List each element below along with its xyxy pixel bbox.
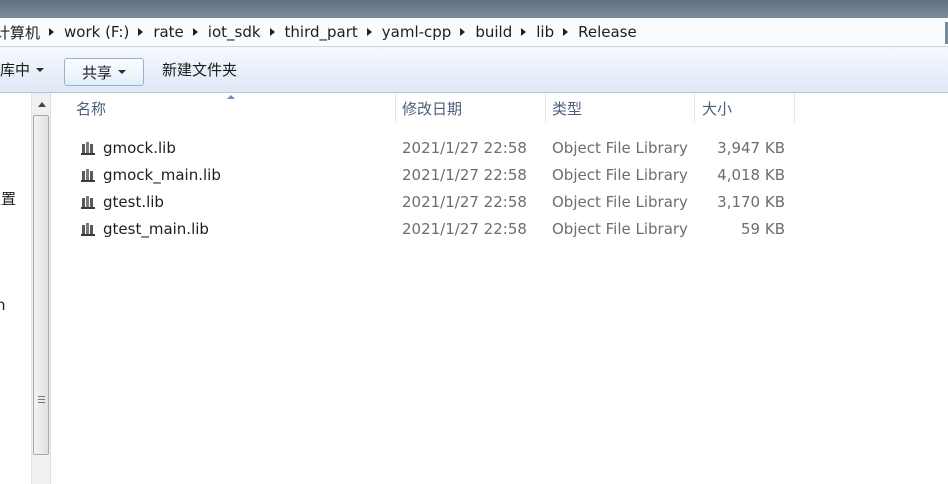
library-file-icon [81, 169, 95, 182]
column-header-type[interactable]: 类型 [552, 93, 582, 123]
column-header-name[interactable]: 名称 [76, 93, 106, 123]
column-header-label: 名称 [76, 99, 107, 118]
file-row[interactable]: gmock.lib 2021/1/27 22:58 Object File Li… [51, 135, 948, 162]
scroll-up-arrow-icon[interactable] [32, 95, 50, 113]
column-divider[interactable] [395, 93, 396, 123]
new-folder-button[interactable]: 新建文件夹 [162, 59, 237, 80]
nav-item-fragment[interactable]: 位置 [0, 188, 16, 209]
grip-icon [38, 396, 45, 405]
file-type: Object File Library [552, 139, 688, 157]
column-header-size[interactable]: 大小 [702, 93, 732, 123]
file-name[interactable]: gmock.lib [103, 139, 176, 157]
library-file-icon [81, 142, 95, 155]
file-size: 59 KB [741, 220, 785, 238]
breadcrumb-yaml-cpp[interactable]: yaml-cpp [379, 23, 473, 41]
breadcrumb-build[interactable]: build [472, 23, 533, 41]
file-size: 3,170 KB [717, 193, 785, 211]
library-file-icon [81, 196, 95, 209]
include-in-library-button[interactable]: 到库中 [0, 59, 45, 80]
breadcrumb-label: 计算机 [0, 23, 41, 42]
chevron-right-icon[interactable] [521, 28, 527, 36]
breadcrumb-label: build [475, 23, 513, 41]
file-modified-date: 2021/1/27 22:58 [402, 139, 527, 157]
file-type: Object File Library [552, 220, 688, 238]
breadcrumb-lib[interactable]: lib [533, 23, 575, 41]
breadcrumb-work-drive[interactable]: work (F:) [61, 23, 150, 41]
file-list-view[interactable]: 名称 修改日期 类型 大小 gmock.lib 2021/1/27 22:58 … [51, 93, 948, 484]
chevron-right-icon[interactable] [460, 28, 466, 36]
nav-item-fragment[interactable]: n [0, 296, 6, 314]
file-row[interactable]: gmock_main.lib 2021/1/27 22:58 Object Fi… [51, 162, 948, 189]
file-row[interactable]: gtest.lib 2021/1/27 22:58 Object File Li… [51, 189, 948, 216]
chevron-right-icon[interactable] [563, 28, 569, 36]
file-type: Object File Library [552, 166, 688, 184]
breadcrumb-computer[interactable]: 计算机 [0, 22, 61, 43]
column-header-label: 修改日期 [402, 99, 463, 118]
address-bar[interactable]: 计算机 work (F:) rate iot_sdk third_part ya… [0, 18, 948, 47]
breadcrumb-rate[interactable]: rate [150, 23, 204, 41]
file-name[interactable]: gtest_main.lib [103, 220, 209, 238]
column-header-date[interactable]: 修改日期 [402, 93, 462, 123]
file-type: Object File Library [552, 193, 688, 211]
breadcrumb-iot-sdk[interactable]: iot_sdk [205, 23, 282, 41]
column-divider[interactable] [694, 93, 695, 123]
chevron-right-icon[interactable] [192, 28, 198, 36]
sort-up-icon [227, 95, 235, 99]
share-button[interactable]: 共享 [64, 58, 144, 86]
column-header-label: 类型 [552, 99, 583, 118]
file-modified-date: 2021/1/27 22:58 [402, 193, 527, 211]
file-modified-date: 2021/1/27 22:58 [402, 220, 527, 238]
file-row[interactable]: gtest_main.lib 2021/1/27 22:58 Object Fi… [51, 216, 948, 243]
nav-scrollbar[interactable] [31, 93, 50, 484]
breadcrumb-release[interactable]: Release [575, 23, 640, 41]
breadcrumb-label: lib [536, 23, 555, 41]
file-size: 4,018 KB [717, 166, 785, 184]
caret-down-icon [36, 67, 45, 72]
chevron-right-icon[interactable] [269, 28, 275, 36]
file-modified-date: 2021/1/27 22:58 [402, 166, 527, 184]
share-label: 共享 [81, 63, 112, 82]
breadcrumb-label: third_part [284, 23, 358, 41]
chevron-right-icon[interactable] [138, 28, 144, 36]
include-in-library-label: 到库中 [0, 61, 31, 79]
column-divider[interactable] [545, 93, 546, 123]
file-name[interactable]: gmock_main.lib [103, 166, 221, 184]
navigation-pane[interactable]: 位置 n [0, 93, 51, 484]
file-size: 3,947 KB [717, 139, 785, 157]
breadcrumb-label: yaml-cpp [381, 23, 452, 41]
breadcrumb-label: iot_sdk [207, 23, 261, 41]
caret-down-icon [118, 70, 126, 74]
column-divider[interactable] [794, 93, 795, 123]
column-header-label: 大小 [702, 99, 733, 118]
chevron-right-icon[interactable] [366, 28, 372, 36]
breadcrumb-label: Release [578, 23, 637, 41]
breadcrumb-third-part[interactable]: third_part [282, 23, 379, 41]
command-toolbar: 到库中 共享 新建文件夹 [0, 47, 948, 93]
chevron-right-icon[interactable] [49, 28, 55, 36]
new-folder-label: 新建文件夹 [162, 61, 238, 79]
breadcrumb-label: rate [153, 23, 184, 41]
scrollbar-thumb[interactable] [33, 115, 49, 455]
window-title-strip [0, 0, 948, 18]
breadcrumb-label: work (F:) [64, 23, 130, 41]
library-file-icon [81, 223, 95, 236]
file-name[interactable]: gtest.lib [103, 193, 164, 211]
